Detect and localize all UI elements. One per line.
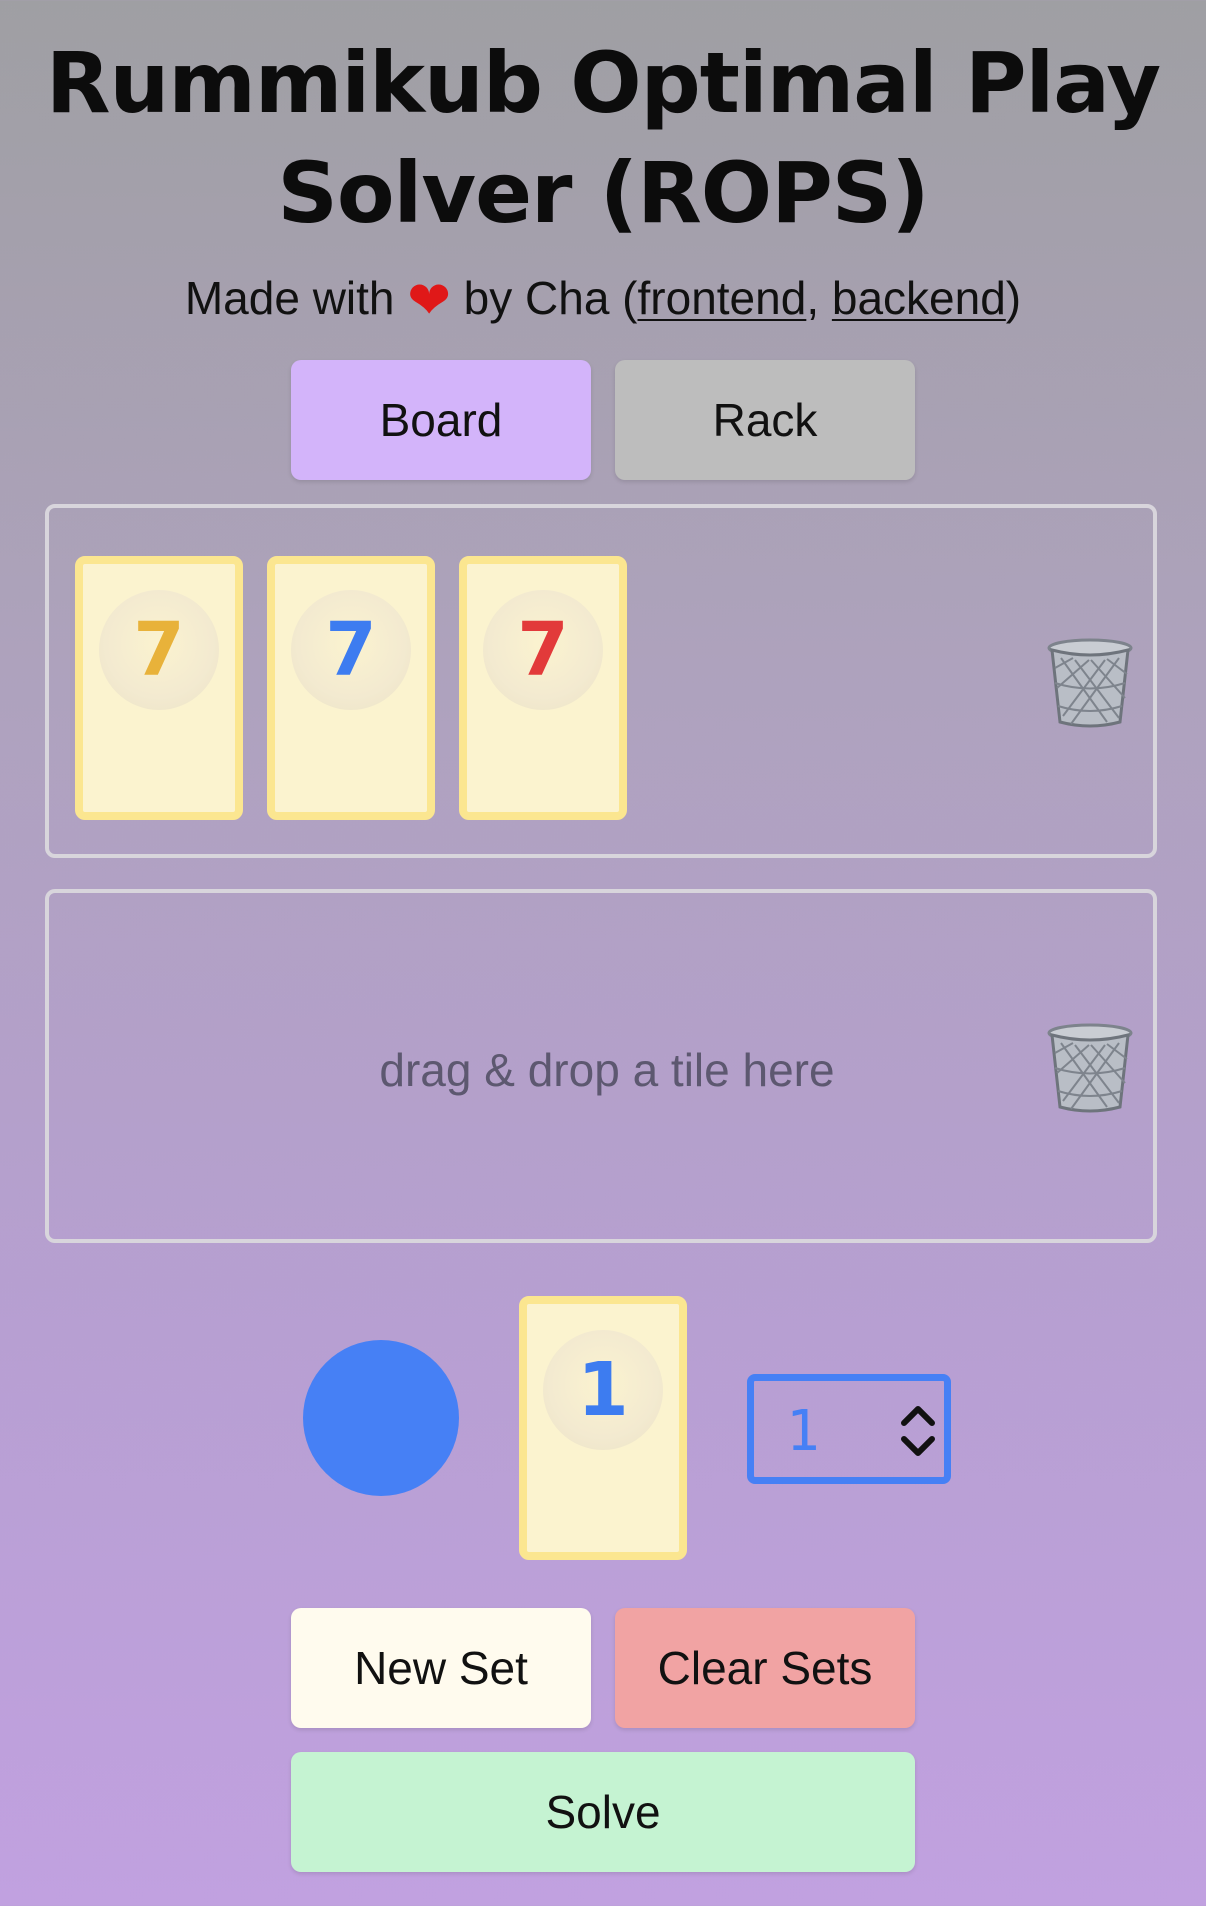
backend-link[interactable]: backend bbox=[832, 272, 1006, 324]
trash-icon[interactable] bbox=[1047, 1023, 1133, 1113]
new-set-button[interactable]: New Set bbox=[291, 1608, 591, 1728]
drop-placeholder: drag & drop a tile here bbox=[379, 1044, 835, 1096]
clear-sets-label: Clear Sets bbox=[657, 1642, 873, 1694]
heart-icon: ❤ bbox=[407, 272, 451, 330]
tab-rack[interactable]: Rack bbox=[615, 360, 915, 480]
credits-comma: , bbox=[806, 272, 820, 324]
new-set-label: New Set bbox=[354, 1642, 528, 1694]
number-input[interactable]: 1 bbox=[747, 1374, 951, 1484]
frontend-link[interactable]: frontend bbox=[638, 272, 807, 324]
title-line-2: Solver (ROPS) bbox=[277, 144, 929, 242]
tile-number: 7 bbox=[291, 590, 411, 710]
solve-label: Solve bbox=[545, 1786, 661, 1838]
title-line-1: Rummikub Optimal Play bbox=[45, 34, 1161, 132]
number-input-value: 1 bbox=[786, 1399, 820, 1464]
tile[interactable]: 7 bbox=[267, 556, 435, 820]
spinner-arrows-icon[interactable] bbox=[898, 1401, 938, 1461]
trash-icon[interactable] bbox=[1047, 638, 1133, 728]
tab-board-label: Board bbox=[379, 394, 503, 446]
tile[interactable]: 7 bbox=[75, 556, 243, 820]
board-set-2[interactable]: drag & drop a tile here bbox=[45, 889, 1157, 1243]
tab-rack-label: Rack bbox=[712, 394, 818, 446]
tile-number: 7 bbox=[483, 590, 603, 710]
credits-by: by Cha ( bbox=[463, 272, 638, 324]
tile[interactable]: 7 bbox=[459, 556, 627, 820]
board-set-1[interactable]: 7 7 7 bbox=[45, 504, 1157, 858]
credits-line: Made with ❤ by Cha (frontend, backend) bbox=[0, 268, 1206, 331]
tile-preview[interactable]: 1 bbox=[519, 1296, 687, 1560]
page-title: Rummikub Optimal Play Solver (ROPS) bbox=[0, 28, 1206, 248]
credits-suffix: ) bbox=[1005, 272, 1022, 324]
credits-prefix: Made with bbox=[184, 272, 395, 324]
tile-number: 7 bbox=[99, 590, 219, 710]
tile-preview-number: 1 bbox=[543, 1330, 663, 1450]
solve-button[interactable]: Solve bbox=[291, 1752, 915, 1872]
clear-sets-button[interactable]: Clear Sets bbox=[615, 1608, 915, 1728]
tab-board[interactable]: Board bbox=[291, 360, 591, 480]
color-picker[interactable] bbox=[303, 1340, 459, 1496]
